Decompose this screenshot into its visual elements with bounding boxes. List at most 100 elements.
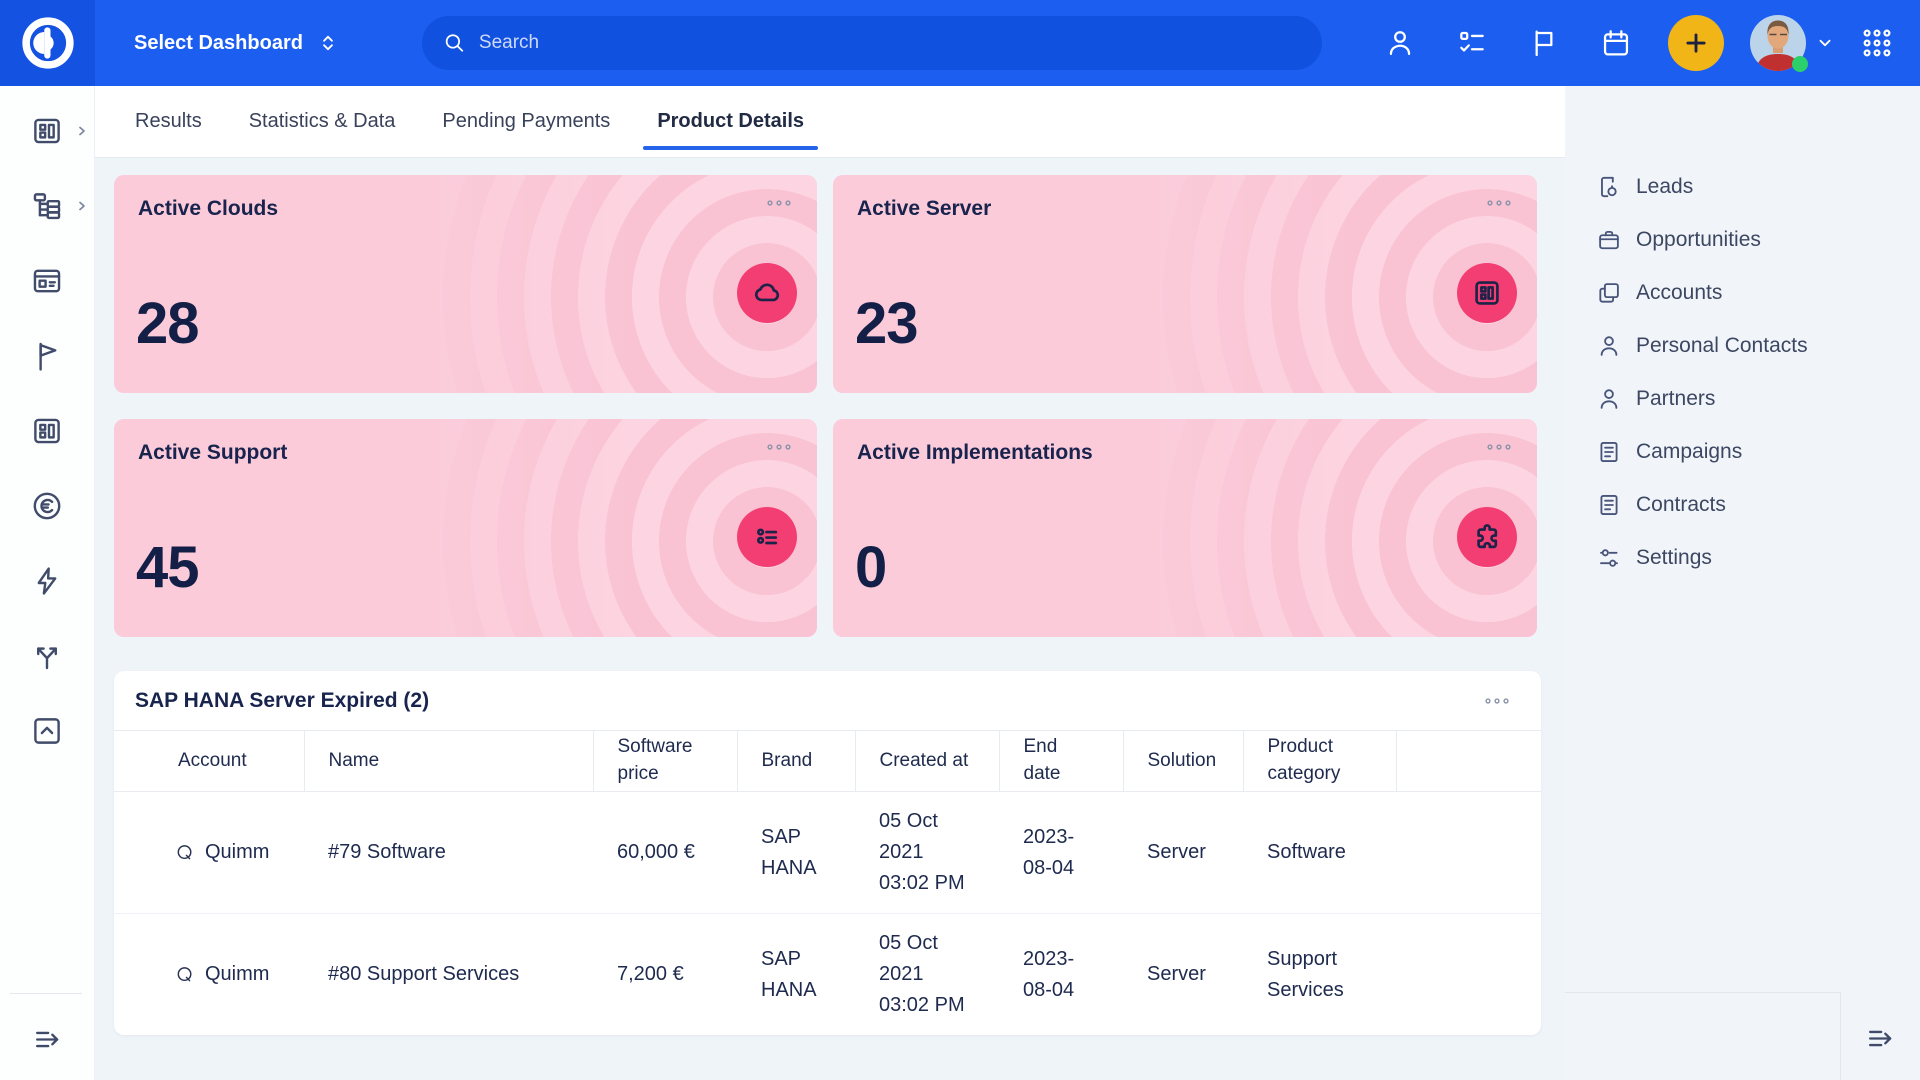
sidebar-item-dashboards[interactable] <box>30 114 64 148</box>
sidebar-item-routing[interactable] <box>30 639 64 673</box>
stat-cards-grid: Active Clouds 28 Active Server 23 Active… <box>114 175 1541 637</box>
tab-results[interactable]: Results <box>135 86 202 157</box>
tabs-bar: Results Statistics & Data Pending Paymen… <box>95 86 1565 158</box>
tab-statistics-data[interactable]: Statistics & Data <box>249 86 396 157</box>
calendar-icon[interactable] <box>1600 27 1632 59</box>
sidebar-item-finance[interactable] <box>30 489 64 523</box>
table-row[interactable]: Quimm #79 Software 60,000 € SAP HANA 05 … <box>114 792 1541 914</box>
cell-end-date: 2023-08-04 <box>999 792 1123 914</box>
plus-icon <box>1681 28 1711 58</box>
sidebar-item-archive[interactable] <box>30 714 64 748</box>
search-input[interactable] <box>479 32 1302 54</box>
column-header-end-date[interactable]: End date <box>999 731 1123 792</box>
table-row[interactable]: Quimm #80 Support Services 7,200 € SAP H… <box>114 914 1541 1036</box>
main-content: Active Clouds 28 Active Server 23 Active… <box>95 158 1565 1080</box>
sidebar-item-campaigns[interactable]: Campaigns <box>1565 425 1920 478</box>
cell-account[interactable]: Quimm <box>205 837 269 868</box>
app-logo[interactable] <box>0 0 95 86</box>
logo-icon <box>18 13 78 73</box>
stat-card-active-implementations: Active Implementations 0 <box>833 419 1537 637</box>
card-menu-icon[interactable] <box>1485 199 1513 207</box>
expand-sidebar-icon[interactable] <box>31 1023 64 1056</box>
dashboard-icon <box>30 414 64 448</box>
panel-menu-icon[interactable] <box>1483 697 1511 705</box>
cell-product-category: Software <box>1243 792 1396 914</box>
document-icon <box>1596 492 1622 518</box>
expand-panel-icon[interactable] <box>1864 1022 1897 1055</box>
add-button[interactable] <box>1668 15 1724 71</box>
tab-product-details[interactable]: Product Details <box>657 86 804 157</box>
sidebar-item-reports[interactable] <box>30 414 64 448</box>
column-header-solution[interactable]: Solution <box>1123 731 1243 792</box>
cell-name[interactable]: #79 Software <box>304 792 593 914</box>
sidebar-item-accounts[interactable]: Accounts <box>1565 266 1920 319</box>
sidebar-item-label: Personal Contacts <box>1636 334 1808 358</box>
profile-icon[interactable] <box>1384 27 1416 59</box>
sidebar-item-hierarchy[interactable] <box>30 189 64 223</box>
cell-created-at: 05 Oct 2021 03:02 PM <box>855 792 999 914</box>
topbar-actions <box>1364 0 1920 86</box>
cloud-icon <box>737 263 797 323</box>
sidebar-item-label: Opportunities <box>1636 228 1761 252</box>
expired-products-table: Account Name Software price Brand Create… <box>114 730 1541 1036</box>
stat-card-active-server: Active Server 23 <box>833 175 1537 393</box>
stat-card-value: 28 <box>136 290 199 357</box>
column-header-account[interactable]: Account <box>114 731 304 792</box>
sidebar-item-label: Leads <box>1636 175 1693 199</box>
column-header-created-at[interactable]: Created at <box>855 731 999 792</box>
dashboard-selector-label: Select Dashboard <box>134 32 303 55</box>
cell-account[interactable]: Quimm <box>205 959 269 990</box>
sidebar-item-leads[interactable]: Leads <box>1565 160 1920 213</box>
search-bar[interactable] <box>422 16 1322 70</box>
right-sidebar-vertical-divider <box>1840 993 1841 1080</box>
stat-card-active-support: Active Support 45 <box>114 419 817 637</box>
sidebar-item-settings[interactable]: Settings <box>1565 531 1920 584</box>
online-status-dot <box>1792 56 1808 72</box>
cell-name[interactable]: #80 Support Services <box>304 914 593 1036</box>
dashboard-selector[interactable]: Select Dashboard <box>134 0 337 86</box>
account-avatar-icon <box>174 964 196 986</box>
stat-card-value: 0 <box>855 534 886 601</box>
sidebar-item-browser[interactable] <box>30 264 64 298</box>
right-sidebar-divider <box>1565 992 1841 993</box>
support-list-icon <box>737 507 797 567</box>
sidebar-item-opportunities[interactable]: Opportunities <box>1565 213 1920 266</box>
sidebar-item-automation[interactable] <box>30 564 64 598</box>
column-header-product-category[interactable]: Product category <box>1243 731 1396 792</box>
card-menu-icon[interactable] <box>765 199 793 207</box>
cell-empty <box>1396 792 1541 914</box>
tasks-icon[interactable] <box>1456 27 1488 59</box>
tab-label: Statistics & Data <box>249 110 396 133</box>
sidebar-item-contracts[interactable]: Contracts <box>1565 478 1920 531</box>
column-header-software-price[interactable]: Software price <box>593 731 737 792</box>
chevron-right-icon <box>76 200 88 212</box>
tab-pending-payments[interactable]: Pending Payments <box>442 86 610 157</box>
stat-card-active-clouds: Active Clouds 28 <box>114 175 817 393</box>
column-header-name[interactable]: Name <box>304 731 593 792</box>
cell-solution: Server <box>1123 792 1243 914</box>
sidebar-item-personal-contacts[interactable]: Personal Contacts <box>1565 319 1920 372</box>
table-header-row: Account Name Software price Brand Create… <box>114 731 1541 792</box>
column-header-brand[interactable]: Brand <box>737 731 855 792</box>
leads-icon <box>1596 174 1622 200</box>
cell-empty <box>1396 914 1541 1036</box>
sidebar-item-milestones[interactable] <box>30 339 64 373</box>
cell-created-at: 05 Oct 2021 03:02 PM <box>855 914 999 1036</box>
card-menu-icon[interactable] <box>1485 443 1513 451</box>
apps-grid-icon[interactable] <box>1860 26 1894 60</box>
cell-brand: SAP HANA <box>737 792 855 914</box>
chevron-right-icon <box>76 125 88 137</box>
lightning-icon <box>30 564 64 598</box>
sidebar-item-label: Contracts <box>1636 493 1726 517</box>
chevron-down-icon[interactable] <box>1816 34 1834 52</box>
sliders-icon <box>1596 545 1622 571</box>
sidebar-item-partners[interactable]: Partners <box>1565 372 1920 425</box>
box-chevron-up-icon <box>30 714 64 748</box>
browser-icon <box>30 264 64 298</box>
stat-card-value: 45 <box>136 534 199 601</box>
card-menu-icon[interactable] <box>765 443 793 451</box>
sidebar-item-label: Campaigns <box>1636 440 1742 464</box>
user-avatar[interactable] <box>1750 15 1806 71</box>
flag-icon[interactable] <box>1528 27 1560 59</box>
stat-card-title: Active Clouds <box>138 197 278 221</box>
